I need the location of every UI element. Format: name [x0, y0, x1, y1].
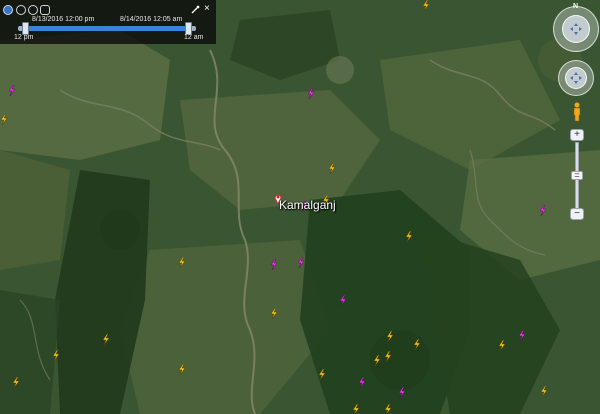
lightning-bolt-icon[interactable] — [384, 351, 392, 362]
zoom-in-time-icon[interactable] — [16, 5, 26, 15]
lightning-bolt-icon[interactable] — [422, 0, 430, 11]
lightning-bolt-icon[interactable] — [102, 334, 110, 345]
move-arrows-icon — [570, 72, 582, 84]
lightning-bolt-icon[interactable] — [8, 85, 16, 96]
look-arrows-icon — [570, 23, 582, 35]
lightning-bolt-icon[interactable] — [52, 350, 60, 361]
lightning-bolt-icon[interactable] — [178, 257, 186, 268]
lightning-bolt-icon[interactable] — [307, 88, 315, 99]
lightning-bolt-icon[interactable] — [398, 387, 406, 398]
lightning-bolt-icon[interactable] — [405, 231, 413, 242]
play-icon[interactable] — [40, 5, 50, 15]
lightning-bolt-icon[interactable] — [539, 205, 547, 216]
wrench-icon[interactable] — [191, 5, 200, 14]
close-icon[interactable]: × — [204, 4, 210, 14]
lightning-bolt-icon[interactable] — [518, 330, 526, 341]
lightning-bolt-icon[interactable] — [540, 386, 548, 397]
tick-right-label: 12 am — [184, 34, 204, 41]
lightning-bolt-icon[interactable] — [339, 295, 347, 306]
zoom-out-time-icon[interactable] — [28, 5, 38, 15]
lightning-bolt-icon[interactable] — [270, 259, 278, 270]
clock-icon[interactable] — [3, 5, 13, 15]
zoom-out-button[interactable]: − — [570, 208, 584, 220]
north-indicator[interactable]: N — [573, 3, 578, 10]
lightning-bolt-icon[interactable] — [12, 377, 20, 388]
lightning-bolt-icon[interactable] — [0, 114, 8, 125]
place-label[interactable]: Kamalganj — [279, 198, 336, 212]
lightning-bolt-icon[interactable] — [373, 355, 381, 366]
lightning-bolt-icon[interactable] — [413, 339, 421, 350]
street-view-pegman-icon[interactable] — [572, 102, 582, 122]
time-start-label: 8/13/2016 12:00 pm — [32, 16, 95, 23]
lightning-bolt-icon[interactable] — [498, 340, 506, 351]
lightning-bolt-icon[interactable] — [352, 404, 360, 414]
time-end-label: 8/14/2016 12:05 am — [120, 16, 183, 23]
lightning-bolt-icon[interactable] — [270, 308, 278, 319]
lightning-bolt-icon[interactable] — [386, 331, 394, 342]
lightning-bolt-icon[interactable] — [318, 369, 326, 380]
lightning-bolt-icon[interactable] — [384, 404, 392, 414]
time-slider-panel: 8/13/2016 12:00 pm 8/14/2016 12:05 am 12… — [0, 0, 216, 44]
time-range — [26, 26, 188, 31]
map-viewport[interactable]: Kamalganj 8/13/2016 12:00 pm 8/14/2016 1… — [0, 0, 600, 414]
lightning-bolt-icon[interactable] — [328, 163, 336, 174]
lightning-bolt-icon[interactable] — [297, 257, 305, 268]
zoom-handle[interactable]: = — [571, 171, 583, 180]
lightning-bolt-icon[interactable] — [178, 364, 186, 375]
tick-left-label: 12 pm — [14, 34, 34, 41]
zoom-in-button[interactable]: + — [570, 129, 584, 141]
lightning-bolt-icon[interactable] — [358, 377, 366, 388]
